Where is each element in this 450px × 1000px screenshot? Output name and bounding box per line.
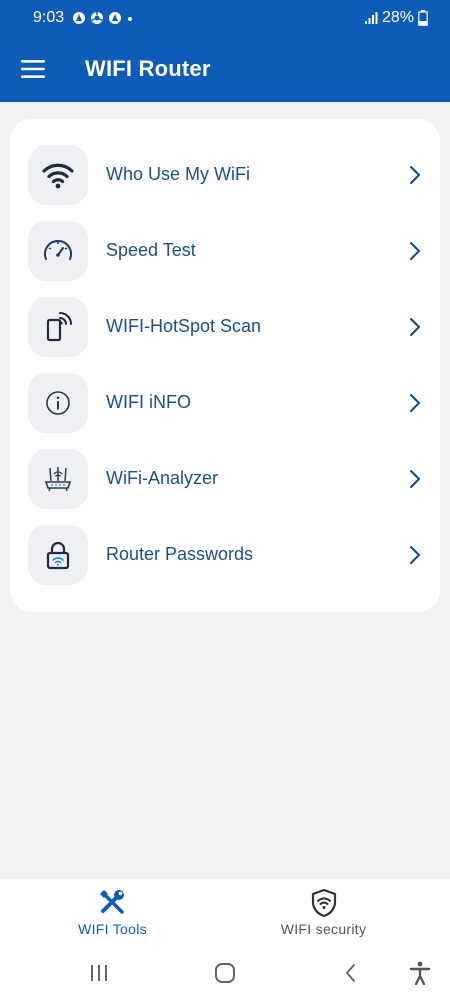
- lock-wifi-icon: [28, 525, 88, 585]
- recent-apps-icon[interactable]: [85, 959, 113, 987]
- menu-item-label: Router Passwords: [106, 544, 254, 564]
- menu-item-who-use-my-wifi[interactable]: Who Use My WiFi: [10, 140, 440, 210]
- status-right: 28%: [364, 9, 428, 27]
- accessibility-icon[interactable]: [406, 959, 434, 987]
- menu-item-speed-test[interactable]: Speed Test: [10, 216, 440, 286]
- menu-item-wifi-info[interactable]: WIFI iNFO: [10, 368, 440, 438]
- page-title: WIFI Router: [85, 56, 211, 81]
- tools-icon: [99, 890, 124, 914]
- system-navigation-bar: [0, 947, 450, 1000]
- notification-icon: [73, 12, 85, 24]
- signal-icon: [364, 12, 378, 24]
- tab-label: WIFI security: [280, 921, 367, 937]
- menu-item-label: Speed Test: [106, 240, 196, 260]
- hotspot-scan-icon: [28, 297, 88, 357]
- chevron-right-icon: [409, 241, 421, 261]
- notification-icon: [109, 12, 121, 24]
- router-icon: [28, 449, 88, 509]
- menu-item-label: WiFi-Analyzer: [106, 468, 219, 488]
- wifi-icon: [28, 145, 88, 205]
- bottom-navigation: WIFI Tools WIFI security: [0, 877, 450, 947]
- status-bar: 9:03 28%: [0, 0, 450, 38]
- chevron-right-icon: [409, 469, 421, 489]
- tab-label: WIFI Tools: [78, 921, 147, 937]
- menu-item-wifi-analyzer[interactable]: WiFi-Analyzer: [10, 444, 440, 514]
- status-time: 9:03: [33, 9, 65, 26]
- tab-wifi-security[interactable]: WIFI security: [211, 878, 436, 948]
- chevron-right-icon: [409, 165, 421, 185]
- shield-wifi-icon: [311, 888, 336, 918]
- battery-percent: 28%: [381, 9, 414, 26]
- dot-icon: [128, 17, 132, 21]
- menu-item-label: WIFI-HotSpot Scan: [106, 316, 262, 336]
- battery-icon: [418, 10, 428, 26]
- back-icon[interactable]: [337, 959, 365, 987]
- hamburger-menu-icon[interactable]: [21, 57, 45, 81]
- menu-item-router-passwords[interactable]: Router Passwords: [10, 520, 440, 590]
- speedometer-icon: [28, 221, 88, 281]
- tab-wifi-tools[interactable]: WIFI Tools: [0, 878, 225, 948]
- chevron-right-icon: [409, 393, 421, 413]
- home-icon[interactable]: [211, 959, 239, 987]
- notification-icon: [91, 12, 103, 24]
- menu-item-label: WIFI iNFO: [106, 392, 191, 412]
- chevron-right-icon: [409, 317, 421, 337]
- menu-item-hotspot-scan[interactable]: WIFI-HotSpot Scan: [10, 292, 440, 362]
- chevron-right-icon: [409, 545, 421, 565]
- tools-menu-card: Who Use My WiFi Speed Test WIFI-HotSpot …: [10, 119, 440, 612]
- info-icon: [28, 373, 88, 433]
- menu-item-label: Who Use My WiFi: [106, 164, 250, 184]
- app-bar: 9:03 28% WIFI Router: [0, 0, 450, 102]
- status-notification-icons: [72, 11, 134, 25]
